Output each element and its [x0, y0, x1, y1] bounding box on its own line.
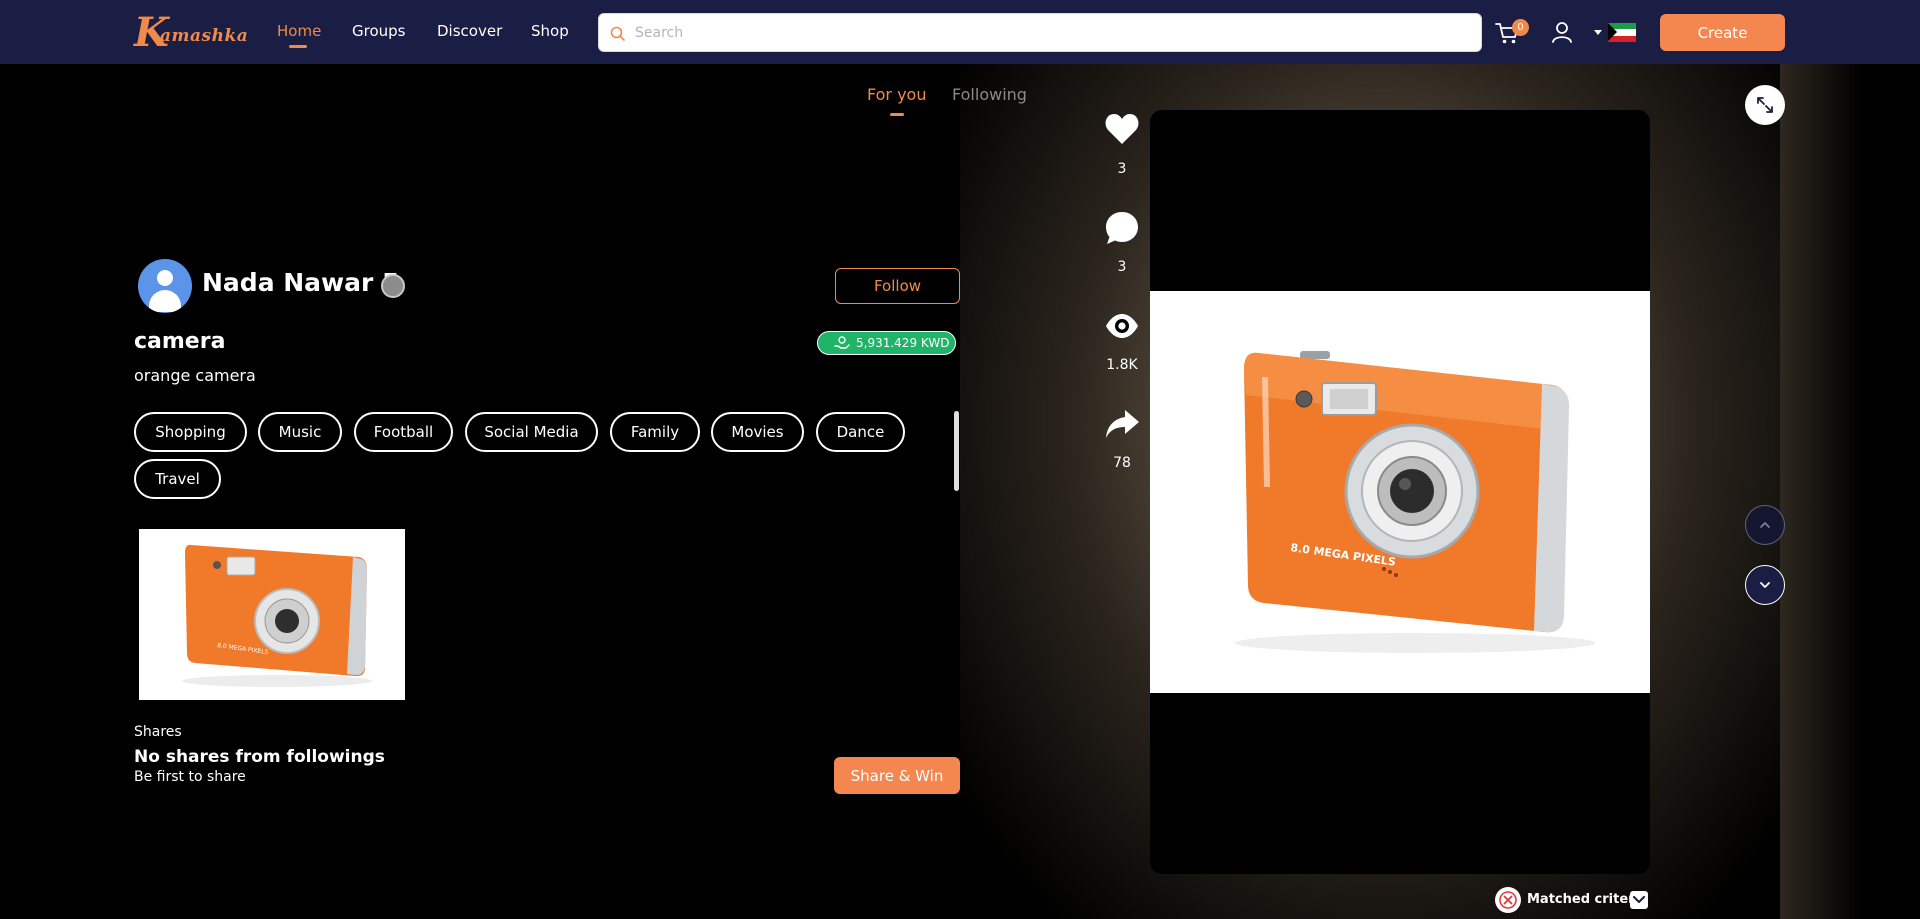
likes-count: 3 — [1117, 161, 1127, 177]
tag-chip[interactable]: Music — [258, 412, 342, 452]
tab-following[interactable]: Following — [952, 85, 1027, 104]
views-eye-icon — [1106, 314, 1138, 338]
chevron-down-icon — [1633, 896, 1645, 903]
tag-chip[interactable]: Social Media — [465, 412, 598, 452]
price-badge: 5,931.429 KWD — [817, 331, 956, 355]
post-description: orange camera — [134, 366, 256, 385]
camera-thumbnail-image: 8.0 MEGA PIXELS — [139, 529, 405, 700]
share-and-win-button[interactable]: Share & Win — [834, 757, 960, 794]
chevron-down-icon — [1760, 582, 1770, 588]
post-thumbnail[interactable]: 8.0 MEGA PIXELS — [139, 529, 405, 700]
shares-label: Shares — [134, 724, 182, 740]
kuwait-flag-icon — [1608, 23, 1636, 42]
next-post-button[interactable] — [1745, 565, 1785, 605]
search-input[interactable] — [635, 14, 1465, 51]
like-heart-icon[interactable] — [1104, 112, 1140, 146]
stage-shade — [1780, 64, 1920, 919]
camera-photo: 8.0 MEGA PIXELS — [1150, 291, 1650, 693]
expand-icon — [1757, 97, 1773, 113]
post-media-image: 8.0 MEGA PIXELS — [1150, 291, 1650, 693]
share-arrow-icon[interactable] — [1104, 408, 1140, 440]
create-button[interactable]: Create — [1660, 14, 1785, 51]
close-circle-icon[interactable] — [1495, 887, 1521, 913]
caret-down-icon — [1594, 30, 1602, 35]
shares-empty-cta: Be first to share — [134, 769, 246, 785]
shares-empty-title: No shares from followings — [134, 747, 385, 767]
money-icon — [834, 336, 850, 349]
author-name[interactable]: Nada Nawar 5 — [202, 268, 399, 297]
tag-chip[interactable]: Travel — [134, 459, 221, 499]
previous-post-button[interactable] — [1745, 505, 1785, 545]
post-title: camera — [134, 329, 226, 354]
nav-home[interactable]: Home — [277, 22, 321, 40]
tab-for-you[interactable]: For you — [867, 85, 926, 104]
nav-shop[interactable]: Shop — [531, 22, 569, 40]
comments-count: 3 — [1117, 259, 1127, 275]
author-avatar[interactable] — [138, 259, 192, 313]
follow-button[interactable]: Follow — [835, 268, 960, 304]
top-navbar: K amashka Home Groups Discover Shop 0 Cr… — [0, 0, 1920, 64]
comment-bubble-icon[interactable] — [1104, 210, 1140, 246]
language-selector[interactable] — [1594, 21, 1640, 45]
tags-scrollbar[interactable] — [954, 411, 959, 491]
nav-discover[interactable]: Discover — [437, 22, 502, 40]
views-count: 1.8K — [1106, 357, 1138, 373]
tag-chip[interactable]: Shopping — [134, 412, 247, 452]
user-icon[interactable] — [1550, 20, 1574, 44]
feed-tab-indicator — [890, 113, 904, 116]
nav-active-indicator — [289, 45, 307, 48]
tag-chip[interactable]: Movies — [711, 412, 804, 452]
tag-chip[interactable]: Dance — [816, 412, 905, 452]
media-player[interactable]: 8.0 MEGA PIXELS — [1150, 110, 1650, 874]
criteria-dropdown-toggle[interactable] — [1630, 891, 1648, 909]
cart-count-badge: 0 — [1512, 19, 1529, 36]
author-badge-icon — [381, 274, 405, 298]
tag-chip[interactable]: Football — [354, 412, 453, 452]
nav-groups[interactable]: Groups — [352, 22, 405, 40]
kamashka-logo[interactable]: K amashka — [134, 12, 248, 54]
tag-chip[interactable]: Family — [610, 412, 700, 452]
chevron-up-icon — [1760, 522, 1770, 528]
search-bar — [598, 13, 1482, 52]
fullscreen-button[interactable] — [1745, 85, 1785, 125]
search-icon — [610, 26, 625, 41]
shares-count: 78 — [1113, 455, 1131, 471]
